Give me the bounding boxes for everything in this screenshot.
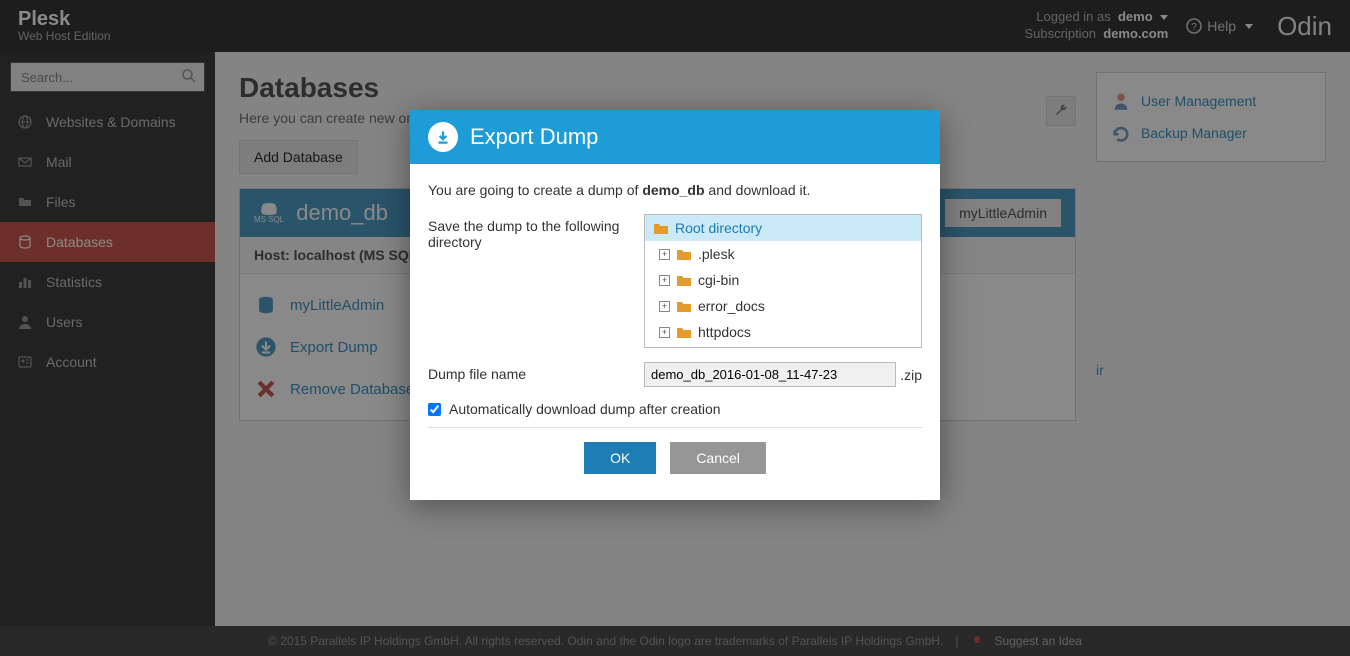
tree-item[interactable]: + cgi-bin bbox=[645, 267, 921, 293]
cancel-button[interactable]: Cancel bbox=[670, 442, 766, 474]
tree-item[interactable]: + httpdocs bbox=[645, 319, 921, 345]
auto-download-row[interactable]: Automatically download dump after creati… bbox=[428, 401, 922, 417]
folder-icon bbox=[676, 326, 692, 339]
tree-label: cgi-bin bbox=[698, 272, 739, 288]
expand-icon[interactable]: + bbox=[659, 249, 670, 260]
folder-icon bbox=[653, 222, 669, 235]
tree-label: .plesk bbox=[698, 246, 735, 262]
tree-root[interactable]: Root directory bbox=[645, 215, 921, 241]
modal-title: Export Dump bbox=[470, 124, 598, 150]
filename-input[interactable] bbox=[644, 362, 896, 387]
tree-label: httpdocs bbox=[698, 324, 751, 340]
export-dump-modal: Export Dump You are going to create a du… bbox=[410, 110, 940, 500]
folder-icon bbox=[676, 248, 692, 261]
tree-item[interactable]: + .plesk bbox=[645, 241, 921, 267]
download-icon bbox=[428, 122, 458, 152]
modal-intro: You are going to create a dump of demo_d… bbox=[428, 182, 922, 198]
filename-ext: .zip bbox=[900, 367, 922, 383]
expand-icon[interactable]: + bbox=[659, 301, 670, 312]
expand-icon[interactable]: + bbox=[659, 275, 670, 286]
directory-label: Save the dump to the following directory bbox=[428, 214, 628, 250]
tree-label: error_docs bbox=[698, 298, 765, 314]
folder-icon bbox=[676, 300, 692, 313]
ok-button[interactable]: OK bbox=[584, 442, 656, 474]
tree-label: Root directory bbox=[675, 220, 762, 236]
filename-label: Dump file name bbox=[428, 362, 628, 382]
modal-header: Export Dump bbox=[410, 110, 940, 164]
tree-item[interactable]: + error_docs bbox=[645, 293, 921, 319]
auto-download-checkbox[interactable] bbox=[428, 403, 441, 416]
folder-icon bbox=[676, 274, 692, 287]
expand-icon[interactable]: + bbox=[659, 327, 670, 338]
directory-tree[interactable]: Root directory + .plesk + cgi-bin + bbox=[644, 214, 922, 348]
auto-download-label: Automatically download dump after creati… bbox=[449, 401, 721, 417]
